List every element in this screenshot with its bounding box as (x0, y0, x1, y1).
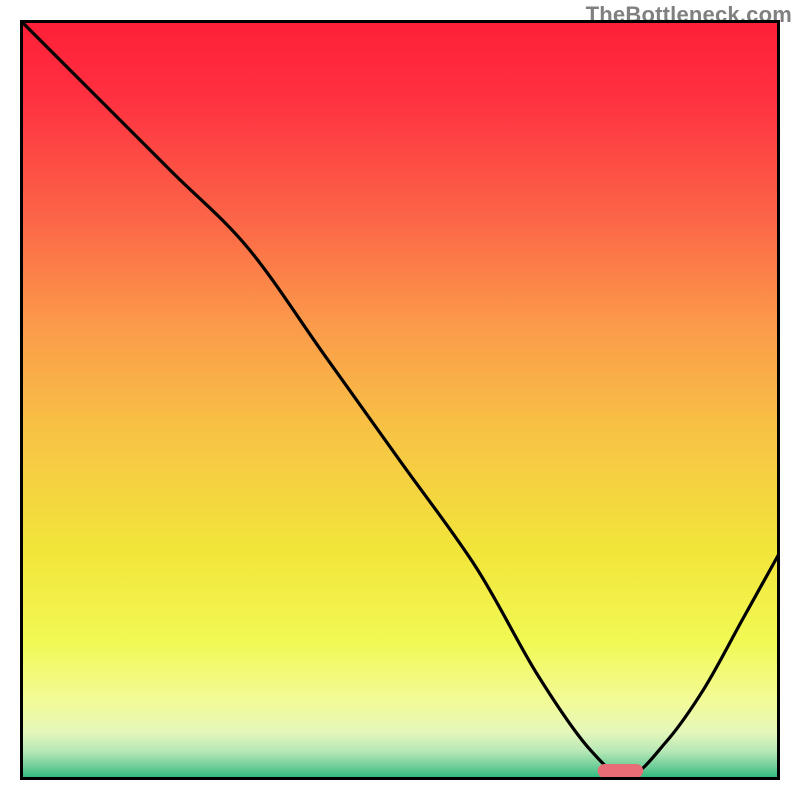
bottleneck-chart (20, 20, 780, 780)
optimal-marker (598, 764, 644, 778)
chart-container: TheBottleneck.com (0, 0, 800, 800)
